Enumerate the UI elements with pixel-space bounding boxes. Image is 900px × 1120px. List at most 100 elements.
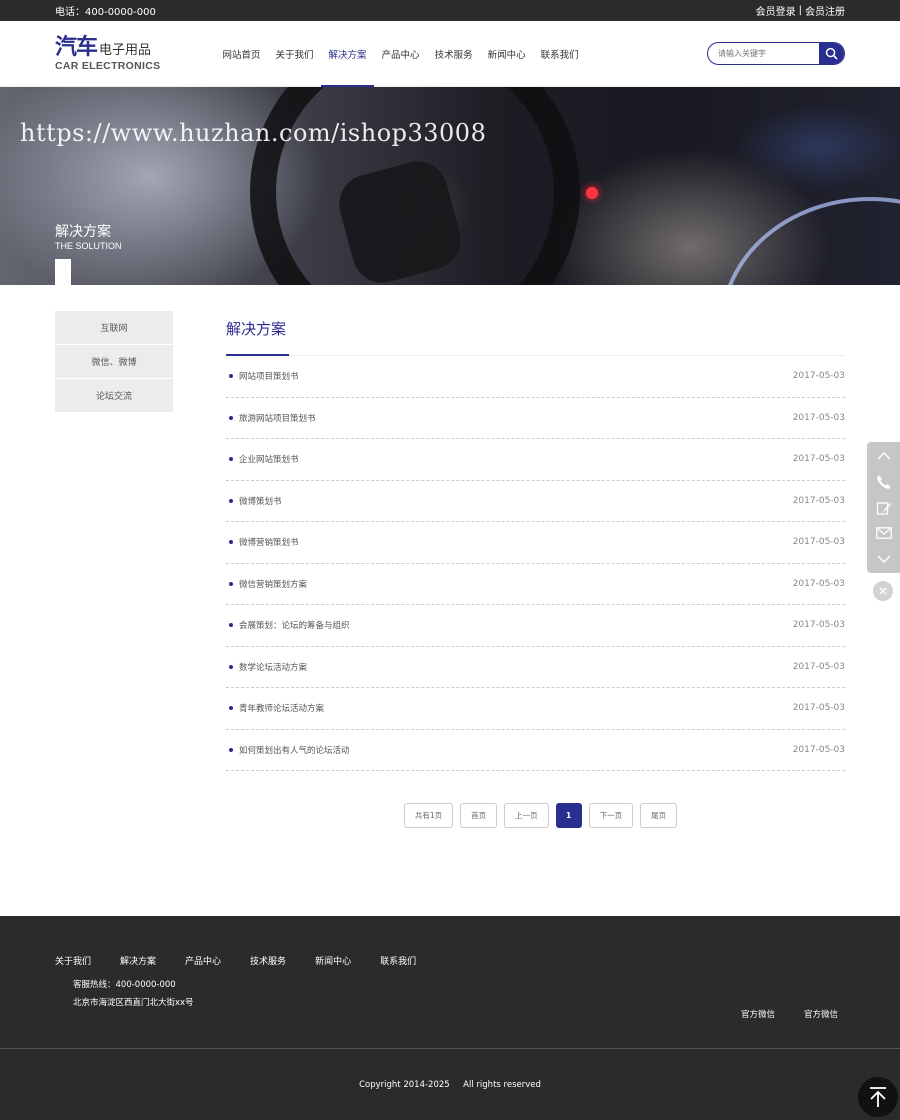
- main-panel: 解决方案 网站项目策划书 2017-05-03 旅游网站项目策划书 2017-05-…: [226, 311, 845, 916]
- article-title: 微信营销策划方案: [239, 579, 308, 590]
- list-item[interactable]: 会展策划：论坛的筹备与组织 2017-05-03: [226, 605, 845, 647]
- article-title: 会展策划：论坛的筹备与组织: [239, 621, 350, 632]
- register-link[interactable]: 会员注册: [805, 3, 845, 18]
- article-title: 微博营销策划书: [239, 538, 299, 549]
- logo[interactable]: 汽车 电子用品 CAR ELECTRONICS: [55, 34, 205, 72]
- logo-main: 汽车: [55, 34, 98, 60]
- footer-wechat-1[interactable]: 官方微信: [741, 1008, 775, 1020]
- pager-current-page[interactable]: 1: [555, 803, 582, 828]
- banner-red-light: [586, 187, 598, 199]
- footer-link-products[interactable]: 产品中心: [185, 954, 221, 967]
- list-item[interactable]: 如何策划出有人气的论坛活动 2017-05-03: [226, 730, 845, 771]
- pager-total: 共有1页: [403, 803, 454, 828]
- article-list: 网站项目策划书 2017-05-03 旅游网站项目策划书 2017-05-03 企业…: [226, 356, 845, 771]
- nav-item-about[interactable]: 关于我们: [268, 21, 321, 87]
- bullet-icon: [229, 581, 233, 586]
- list-item[interactable]: 数学论坛活动方案 2017-05-03: [226, 647, 845, 688]
- nav-item-news[interactable]: 新闻中心: [480, 21, 533, 87]
- article-date: 2017-05-03: [792, 454, 845, 465]
- footer-link-about[interactable]: 关于我们: [55, 954, 91, 967]
- article-title: 青年教师论坛活动方案: [239, 704, 325, 715]
- bullet-icon: [229, 623, 233, 628]
- banner-title: 解决方案: [55, 224, 111, 240]
- float-toolbar: [867, 442, 900, 573]
- banner-dashboard-arc: [720, 197, 900, 285]
- article-date: 2017-05-03: [792, 371, 845, 382]
- mail-icon[interactable]: [874, 523, 894, 543]
- logo-sub: 电子用品: [99, 42, 152, 58]
- list-item[interactable]: 网站项目策划书 2017-05-03: [226, 356, 845, 398]
- pager-first-button[interactable]: 首页: [460, 803, 498, 828]
- list-item[interactable]: 微信营销策划方案 2017-05-03: [226, 564, 845, 605]
- list-item[interactable]: 微博策划书 2017-05-03: [226, 481, 845, 522]
- footer-divider: [0, 1048, 900, 1049]
- article-title: 网站项目策划书: [239, 372, 299, 383]
- search-box: [707, 42, 845, 65]
- phone-icon[interactable]: [874, 472, 894, 492]
- footer-address: 北京市海淀区西直门北大街xx号: [73, 998, 194, 1008]
- top-bar: 电话：400-0000-000 会员登录 | 会员注册: [0, 0, 900, 21]
- article-date: 2017-05-03: [792, 661, 845, 672]
- list-item[interactable]: 微博营销策划书 2017-05-03: [226, 522, 845, 564]
- list-item[interactable]: 青年教师论坛活动方案 2017-05-03: [226, 688, 845, 730]
- article-date: 2017-05-03: [792, 537, 845, 548]
- sidebar-item-wechat-weibo[interactable]: 微信、微博: [55, 345, 173, 378]
- sidebar-item-forum[interactable]: 论坛交流: [55, 379, 173, 412]
- list-item[interactable]: 企业网站策划书 2017-05-03: [226, 439, 845, 481]
- search-icon: [825, 47, 838, 60]
- arrow-up-icon: [870, 1087, 886, 1107]
- copyright: Copyright 2014-2025 All rights reserved: [359, 1080, 541, 1090]
- sidebar: 互联网 微信、微博 论坛交流: [55, 311, 173, 916]
- article-title: 旅游网站项目策划书: [239, 413, 316, 424]
- article-date: 2017-05-03: [792, 412, 845, 423]
- banner: https://www.huzhan.com/ishop33008 解决方案 T…: [0, 87, 900, 285]
- footer-link-solutions[interactable]: 解决方案: [120, 954, 156, 967]
- footer-link-tech[interactable]: 技术服务: [250, 954, 286, 967]
- article-date: 2017-05-03: [792, 578, 845, 589]
- close-icon[interactable]: [873, 581, 893, 601]
- bullet-icon: [229, 747, 233, 752]
- article-date: 2017-05-03: [792, 744, 845, 755]
- phone-text: 电话：400-0000-000: [55, 7, 156, 18]
- article-title: 如何策划出有人气的论坛活动: [239, 745, 350, 756]
- article-date: 2017-05-03: [792, 703, 845, 714]
- back-to-top-button[interactable]: [858, 1077, 898, 1117]
- footer-nav: 关于我们 解决方案 产品中心 技术服务 新闻中心 联系我们: [55, 954, 445, 967]
- nav-item-home[interactable]: 网站首页: [215, 21, 268, 87]
- logo-en: CAR ELECTRONICS: [55, 59, 161, 72]
- nav-item-contact[interactable]: 联系我们: [533, 21, 586, 87]
- main-nav: 网站首页 关于我们 解决方案 产品中心 技术服务 新闻中心 联系我们: [215, 21, 586, 87]
- bullet-icon: [229, 415, 233, 420]
- login-link[interactable]: 会员登录: [756, 3, 796, 18]
- bullet-icon: [229, 498, 233, 503]
- footer: 关于我们 解决方案 产品中心 技术服务 新闻中心 联系我们 客服热线：400-0…: [0, 916, 900, 1120]
- pager-next-button[interactable]: 下一页: [588, 803, 634, 828]
- pager-prev-button[interactable]: 上一页: [504, 803, 549, 828]
- bullet-icon: [229, 374, 233, 379]
- edit-icon[interactable]: [874, 498, 894, 518]
- footer-link-news[interactable]: 新闻中心: [315, 954, 351, 967]
- footer-hotline: 客服热线：400-0000-000: [73, 980, 176, 990]
- bullet-icon: [229, 664, 233, 669]
- article-title: 微博策划书: [239, 496, 282, 507]
- pager-last-button[interactable]: 尾页: [640, 803, 678, 828]
- list-item[interactable]: 旅游网站项目策划书 2017-05-03: [226, 398, 845, 439]
- search-input[interactable]: [708, 43, 819, 64]
- nav-item-tech[interactable]: 技术服务: [427, 21, 480, 87]
- footer-link-contact[interactable]: 联系我们: [380, 954, 416, 967]
- nav-item-solutions[interactable]: 解决方案: [321, 21, 375, 87]
- bullet-icon: [229, 457, 233, 462]
- article-title: 企业网站策划书: [239, 455, 299, 466]
- bullet-icon: [229, 706, 233, 711]
- page-title: 解决方案: [226, 311, 845, 356]
- chevron-down-icon[interactable]: [874, 549, 894, 569]
- chevron-up-icon[interactable]: [874, 446, 894, 466]
- bullet-icon: [229, 540, 233, 545]
- banner-marker: [55, 259, 71, 285]
- footer-wechat-2[interactable]: 官方微信: [804, 1008, 838, 1020]
- pagination: 共有1页 首页 上一页 1 下一页 尾页: [236, 803, 845, 828]
- nav-item-products[interactable]: 产品中心: [374, 21, 427, 87]
- sidebar-item-internet[interactable]: 互联网: [55, 311, 173, 344]
- watermark-text: https://www.huzhan.com/ishop33008: [20, 119, 487, 147]
- search-button[interactable]: [819, 43, 844, 64]
